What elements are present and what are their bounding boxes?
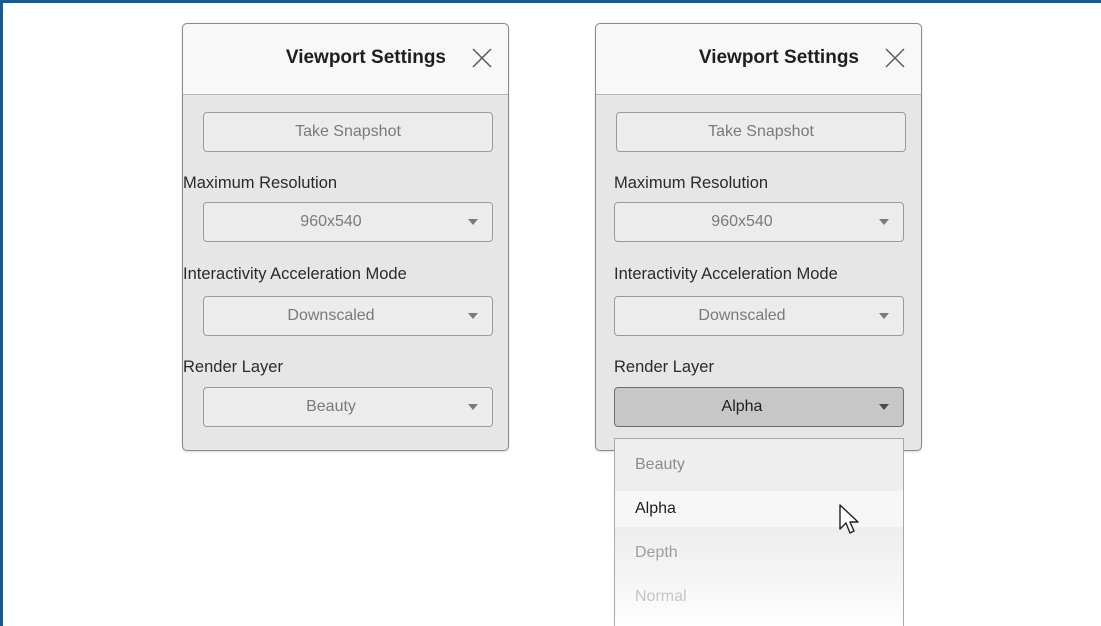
acceleration-mode-label: Interactivity Acceleration Mode (614, 265, 838, 283)
chevron-down-icon (879, 219, 889, 225)
option-label: Alpha (635, 500, 676, 517)
chevron-down-icon (468, 219, 478, 225)
render-layer-select-open[interactable]: Alpha (614, 387, 904, 427)
viewport-settings-panel-1: Viewport Settings Take Snapshot Maximum … (182, 23, 509, 451)
dropdown-option-beauty[interactable]: Beauty (615, 447, 903, 483)
frame-top-border (0, 0, 1101, 3)
take-snapshot-button[interactable]: Take Snapshot (203, 112, 493, 152)
take-snapshot-button[interactable]: Take Snapshot (616, 112, 906, 152)
chevron-down-icon (879, 404, 889, 410)
maximum-resolution-label: Maximum Resolution (614, 174, 769, 192)
close-icon[interactable] (470, 46, 494, 70)
dropdown-option-normal[interactable]: Normal (615, 579, 903, 615)
maximum-resolution-label: Maximum Resolution (183, 174, 338, 192)
mouse-pointer-icon (839, 504, 859, 534)
viewport-settings-panel-2: Viewport Settings Take Snapshot Maximum … (595, 23, 922, 451)
option-label: Normal (635, 588, 687, 605)
render-layer-label: Render Layer (614, 358, 714, 376)
frame-left-border (0, 0, 3, 626)
acceleration-mode-value: Downscaled (698, 307, 786, 324)
acceleration-mode-select[interactable]: Downscaled (203, 296, 493, 336)
panel-header: Viewport Settings (183, 24, 508, 95)
chevron-down-icon (468, 313, 478, 319)
render-layer-select[interactable]: Beauty (203, 387, 493, 427)
acceleration-mode-label: Interactivity Acceleration Mode (183, 265, 407, 283)
render-layer-label: Render Layer (183, 358, 283, 376)
maximum-resolution-select[interactable]: 960x540 (203, 202, 493, 242)
maximum-resolution-select[interactable]: 960x540 (614, 202, 904, 242)
panel-title: Viewport Settings (698, 47, 859, 68)
dropdown-option-depth[interactable]: Depth (615, 535, 903, 571)
acceleration-mode-value: Downscaled (287, 307, 375, 324)
chevron-down-icon (468, 404, 478, 410)
option-label: Depth (635, 544, 678, 561)
panel-header: Viewport Settings (596, 24, 921, 95)
render-layer-value: Alpha (721, 398, 763, 415)
acceleration-mode-select[interactable]: Downscaled (614, 296, 904, 336)
panel-title: Viewport Settings (285, 47, 446, 68)
close-icon[interactable] (883, 46, 907, 70)
maximum-resolution-value: 960x540 (300, 213, 362, 230)
chevron-down-icon (879, 313, 889, 319)
option-label: Beauty (635, 456, 685, 473)
render-layer-value: Beauty (306, 398, 356, 415)
maximum-resolution-value: 960x540 (711, 213, 773, 230)
